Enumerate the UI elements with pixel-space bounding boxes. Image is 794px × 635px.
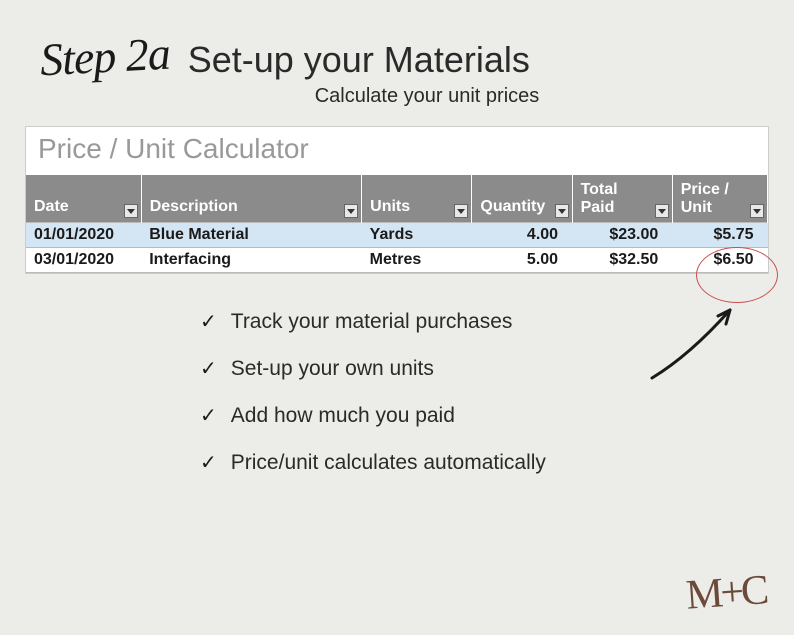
- filter-dropdown-icon[interactable]: [124, 204, 138, 218]
- bullet-text: Add how much you paid: [231, 404, 455, 428]
- col-header-units[interactable]: Units: [362, 175, 472, 223]
- cell-description[interactable]: Interfacing: [141, 248, 361, 273]
- brand-logo: M+C: [684, 566, 767, 619]
- step-label: Step 2a: [39, 27, 171, 87]
- list-item: ✓ Price/unit calculates automatically: [200, 450, 794, 475]
- cell-quantity[interactable]: 4.00: [472, 223, 572, 248]
- bullet-text: Price/unit calculates automatically: [231, 451, 546, 475]
- check-icon: ✓: [200, 356, 217, 381]
- cell-price-unit[interactable]: $5.75: [672, 223, 767, 248]
- page-subtitle: Calculate your unit prices: [60, 85, 794, 108]
- col-label: Description: [150, 198, 238, 215]
- col-header-price-unit[interactable]: Price / Unit: [672, 175, 767, 223]
- cell-total-paid[interactable]: $32.50: [572, 248, 672, 273]
- col-label: Unit: [681, 199, 712, 216]
- col-header-quantity[interactable]: Quantity: [472, 175, 572, 223]
- table-row[interactable]: 01/01/2020 Blue Material Yards 4.00 $23.…: [26, 223, 768, 248]
- col-label: Price /: [681, 181, 729, 198]
- check-icon: ✓: [200, 450, 217, 475]
- cell-price-unit[interactable]: $6.50: [672, 248, 767, 273]
- col-label: Date: [34, 198, 69, 215]
- col-label: Units: [370, 198, 410, 215]
- filter-dropdown-icon[interactable]: [655, 204, 669, 218]
- filter-dropdown-icon[interactable]: [555, 204, 569, 218]
- sheet-title: Price / Unit Calculator: [26, 127, 768, 175]
- bullet-text: Track your material purchases: [231, 310, 513, 334]
- cell-date[interactable]: 01/01/2020: [26, 223, 141, 248]
- cell-total-paid[interactable]: $23.00: [572, 223, 672, 248]
- filter-dropdown-icon[interactable]: [750, 204, 764, 218]
- cell-units[interactable]: Metres: [362, 248, 472, 273]
- cell-description[interactable]: Blue Material: [141, 223, 361, 248]
- check-icon: ✓: [200, 309, 217, 334]
- cell-date[interactable]: 03/01/2020: [26, 248, 141, 273]
- spreadsheet-panel: Price / Unit Calculator Date Description…: [25, 126, 769, 274]
- materials-table: Date Description Units Quantity Total: [26, 175, 768, 273]
- col-label: Quantity: [480, 198, 545, 215]
- cell-quantity[interactable]: 5.00: [472, 248, 572, 273]
- col-header-description[interactable]: Description: [141, 175, 361, 223]
- bullet-text: Set-up your own units: [231, 357, 434, 381]
- list-item: ✓ Add how much you paid: [200, 403, 794, 428]
- col-label: Paid: [581, 199, 615, 216]
- filter-dropdown-icon[interactable]: [344, 204, 358, 218]
- list-item: ✓ Track your material purchases: [200, 309, 794, 334]
- list-item: ✓ Set-up your own units: [200, 356, 794, 381]
- cell-units[interactable]: Yards: [362, 223, 472, 248]
- page-title: Set-up your Materials: [188, 39, 530, 81]
- col-label: Total: [581, 181, 618, 198]
- col-header-date[interactable]: Date: [26, 175, 141, 223]
- table-row[interactable]: 03/01/2020 Interfacing Metres 5.00 $32.5…: [26, 248, 768, 273]
- check-icon: ✓: [200, 403, 217, 428]
- col-header-total-paid[interactable]: Total Paid: [572, 175, 672, 223]
- bullet-list: ✓ Track your material purchases ✓ Set-up…: [200, 309, 794, 475]
- filter-dropdown-icon[interactable]: [454, 204, 468, 218]
